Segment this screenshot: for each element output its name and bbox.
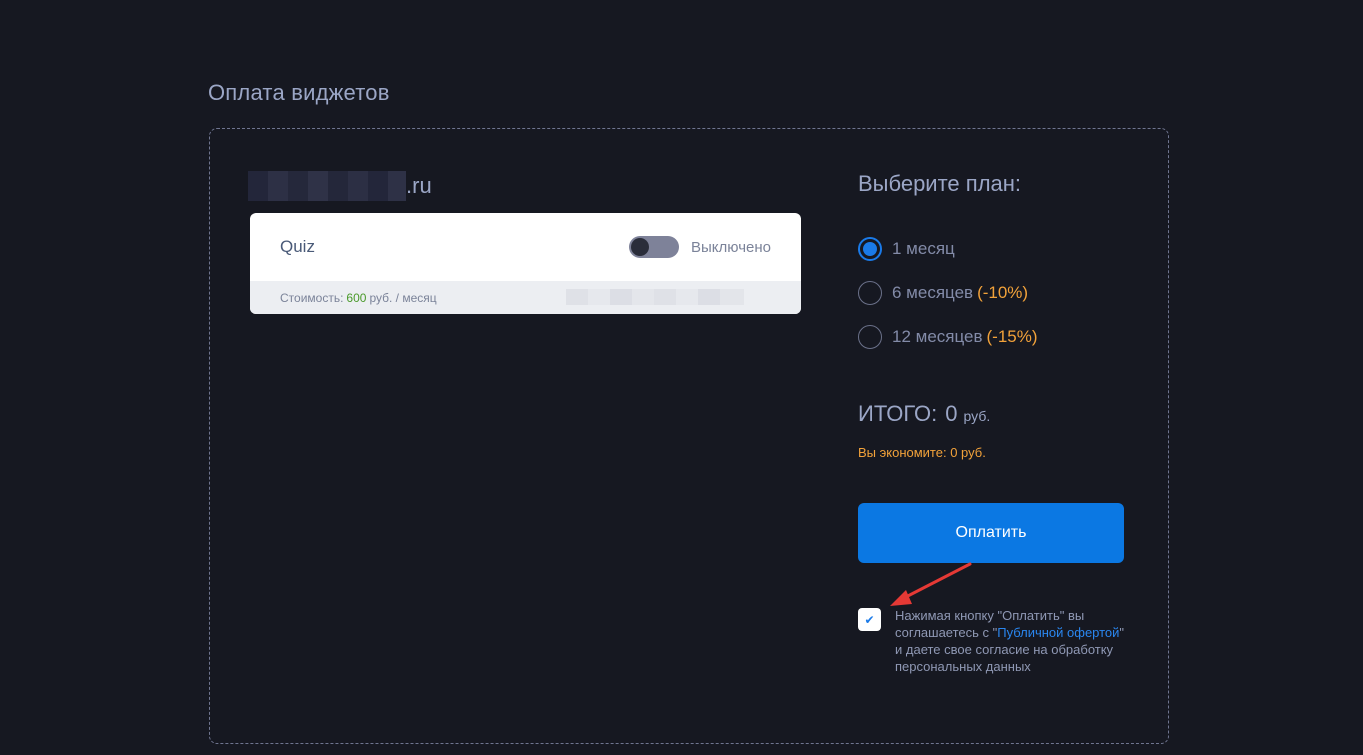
widget-card: Quiz Выключено Стоимость: 600 руб. / мес… xyxy=(250,213,801,314)
consent-text: Нажимая кнопку "Оплатить" вы соглашаетес… xyxy=(895,607,1125,675)
pay-button[interactable]: Оплатить xyxy=(858,503,1124,563)
domain-suffix: .ru xyxy=(406,173,432,198)
cost-value: 600 xyxy=(346,290,367,305)
domain-redacted xyxy=(248,171,406,201)
radio-1-month[interactable] xyxy=(858,237,882,261)
check-icon: ✔ xyxy=(864,612,875,627)
toggle-knob xyxy=(631,238,650,256)
plan-label: 1 месяц xyxy=(892,239,955,258)
widget-cost-bar: Стоимость: 600 руб. / месяц xyxy=(250,281,801,314)
plan-label: 12 месяцев xyxy=(892,327,983,346)
total-currency: руб. xyxy=(963,408,991,424)
plan-option-6-months[interactable]: 6 месяцев (-10%) xyxy=(858,281,1028,305)
cost-unit: руб. / месяц xyxy=(369,290,437,305)
plan-title: Выберите план: xyxy=(858,171,1022,196)
total-label: ИТОГО: xyxy=(858,401,938,426)
red-arrow-icon xyxy=(890,562,972,606)
public-offer-link[interactable]: Публичной офертой xyxy=(997,625,1119,640)
toggle-label: Выключено xyxy=(691,238,771,256)
plan-option-12-months[interactable]: 12 месяцев (-15%) xyxy=(858,325,1038,349)
widget-name: Quiz xyxy=(280,237,315,256)
saving-text: Вы экономите: 0 руб. xyxy=(858,445,986,460)
plan-option-1-month[interactable]: 1 месяц xyxy=(858,237,955,261)
total-value: 0 xyxy=(945,401,958,426)
widget-toggle-group: Выключено xyxy=(629,236,771,258)
total: ИТОГО: 0 руб. xyxy=(858,401,990,427)
plan-discount: (-15%) xyxy=(986,327,1038,346)
payment-panel: .ru Quiz Выключено Стоимость: 600 руб. /… xyxy=(209,128,1169,744)
widget-toggle[interactable] xyxy=(629,236,680,258)
plan-label: 6 месяцев xyxy=(892,283,974,302)
consent-checkbox[interactable]: ✔ xyxy=(858,608,881,631)
page-title: Оплата виджетов xyxy=(208,80,390,105)
plan-discount: (-10%) xyxy=(977,283,1029,302)
radio-12-months[interactable] xyxy=(858,325,882,349)
radio-6-months[interactable] xyxy=(858,281,882,305)
widget-header: Quiz Выключено xyxy=(250,213,801,281)
cost-label: Стоимость: xyxy=(280,290,344,305)
redacted-info xyxy=(566,289,744,305)
site-domain: .ru xyxy=(248,171,432,201)
